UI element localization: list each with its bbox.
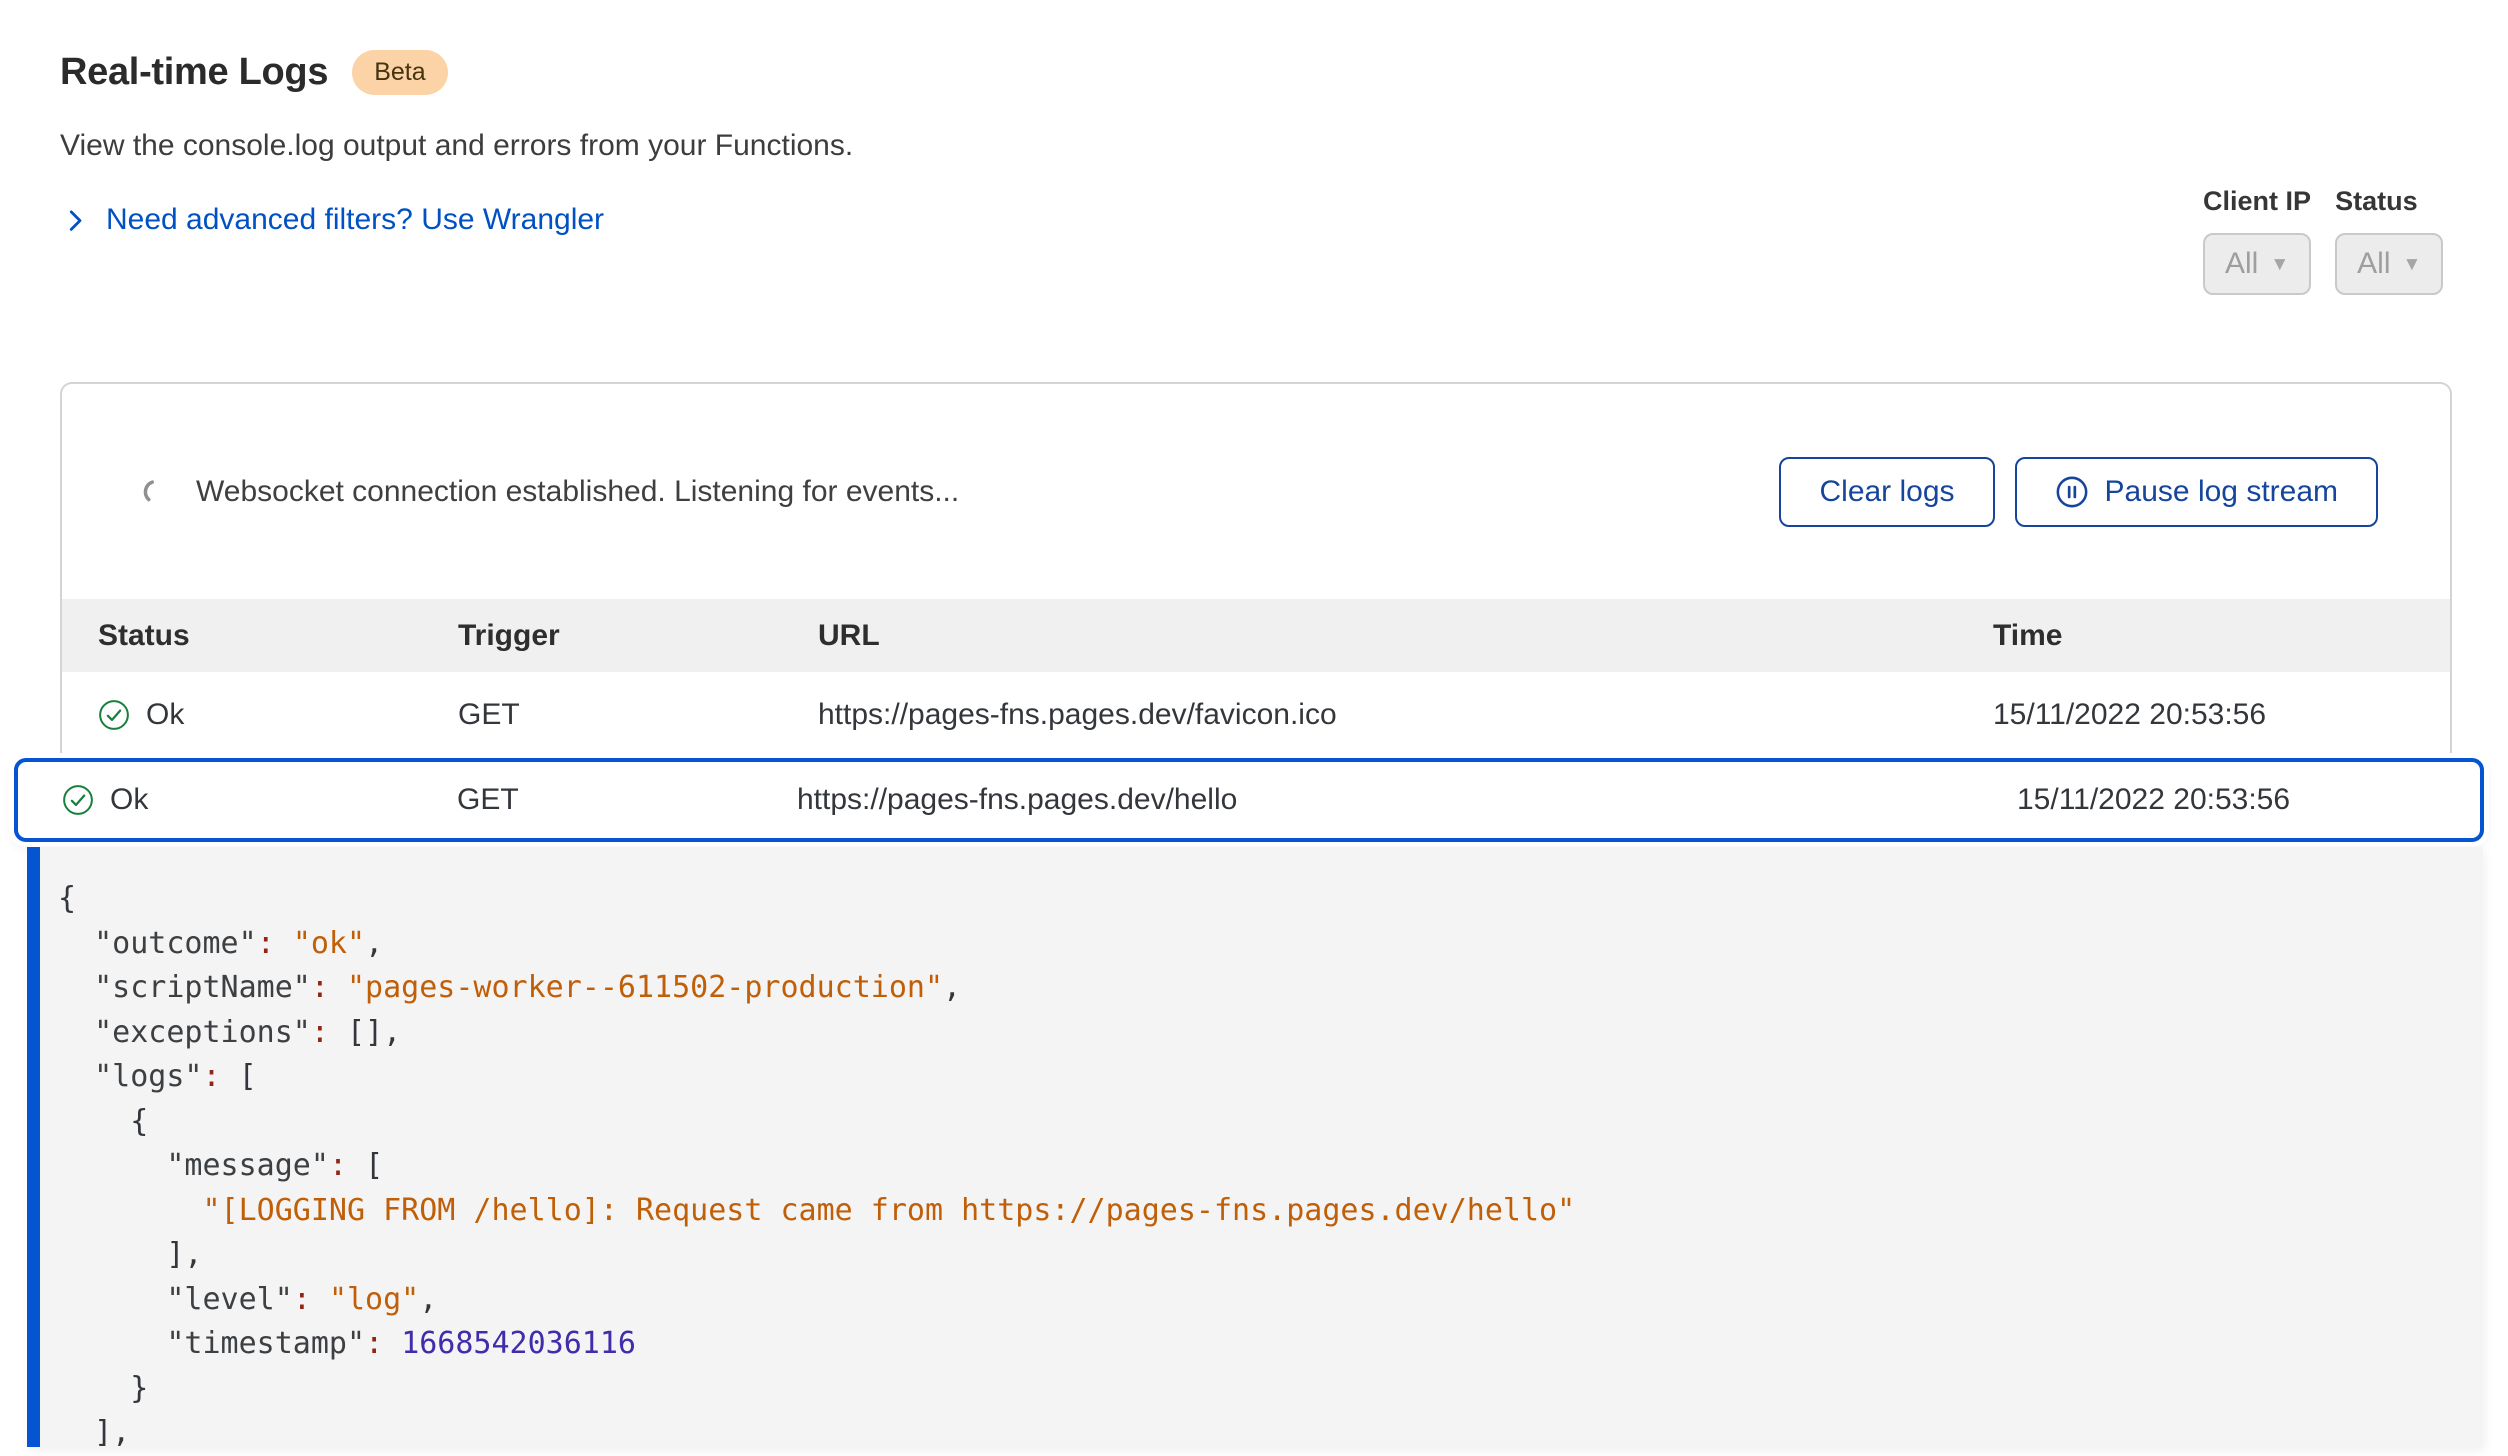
caret-down-icon: ▼ (2403, 254, 2422, 276)
wrangler-link-label[interactable]: Need advanced filters? Use Wrangler (106, 203, 604, 237)
url-cell: https://pages-fns.pages.dev/hello (797, 783, 2017, 817)
url-cell: https://pages-fns.pages.dev/favicon.ico (818, 698, 1993, 732)
beta-badge: Beta (352, 50, 447, 95)
filters: Client IP All ▼ Status All ▼ (2203, 186, 2443, 295)
table-header: Status Trigger URL Time (62, 599, 2450, 672)
status-cell: Ok (98, 698, 458, 732)
spinner-icon (140, 478, 168, 506)
time-cell: 15/11/2022 20:53:56 (2017, 783, 2444, 817)
websocket-status: Websocket connection established. Listen… (196, 475, 959, 509)
status-filter-label: Status (2335, 186, 2443, 217)
log-detail-json: { "outcome": "ok", "scriptName": "pages-… (58, 877, 2443, 1456)
status-text: Ok (110, 783, 148, 817)
column-header-trigger: Trigger (458, 619, 818, 653)
log-table-row[interactable]: Ok GET https://pages-fns.pages.dev/favic… (62, 672, 2450, 758)
pause-log-stream-button[interactable]: Pause log stream (2015, 457, 2378, 527)
page-title: Real-time Logs (60, 51, 328, 94)
status-text: Ok (146, 698, 184, 732)
expanded-log-detail: { "outcome": "ok", "scriptName": "pages-… (27, 847, 2483, 1447)
page-header: Real-time Logs Beta View the console.log… (60, 50, 853, 237)
client-ip-dropdown[interactable]: All ▼ (2203, 233, 2311, 295)
trigger-cell: GET (457, 783, 797, 817)
chevron-right-icon (60, 205, 90, 235)
status-filter: Status All ▼ (2335, 186, 2443, 295)
check-circle-icon (98, 699, 130, 731)
check-circle-icon (62, 784, 94, 816)
status-dropdown[interactable]: All ▼ (2335, 233, 2443, 295)
pause-icon (2055, 475, 2089, 509)
selected-log-row[interactable]: Ok GET https://pages-fns.pages.dev/hello… (14, 758, 2484, 842)
column-header-status: Status (98, 619, 458, 653)
wrangler-link[interactable]: Need advanced filters? Use Wrangler (60, 203, 853, 237)
client-ip-filter: Client IP All ▼ (2203, 186, 2311, 295)
caret-down-icon: ▼ (2270, 254, 2289, 276)
column-header-url: URL (818, 619, 1993, 653)
column-header-time: Time (1993, 619, 2414, 653)
pause-log-stream-label: Pause log stream (2105, 475, 2338, 509)
status-filter-value: All (2357, 247, 2390, 281)
clear-logs-button[interactable]: Clear logs (1779, 457, 1994, 527)
client-ip-label: Client IP (2203, 186, 2311, 217)
page-subtitle: View the console.log output and errors f… (60, 129, 853, 163)
client-ip-value: All (2225, 247, 2258, 281)
status-cell: Ok (62, 783, 457, 817)
clear-logs-label: Clear logs (1819, 475, 1954, 509)
time-cell: 15/11/2022 20:53:56 (1993, 698, 2414, 732)
trigger-cell: GET (458, 698, 818, 732)
